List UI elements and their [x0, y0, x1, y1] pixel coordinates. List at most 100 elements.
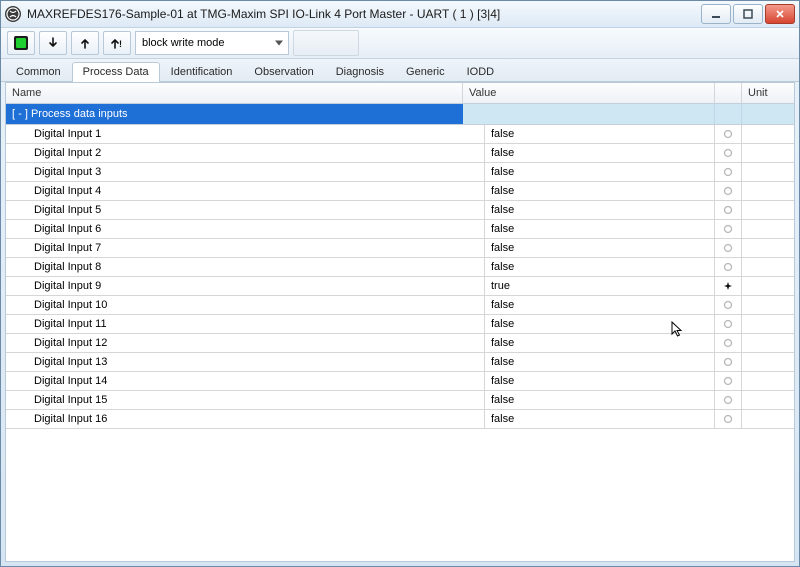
indicator-off-icon: [715, 410, 742, 428]
tab-process-data[interactable]: Process Data: [72, 62, 160, 82]
toolbar: ! block write mode: [1, 28, 799, 59]
grid-body[interactable]: [ - ] Process data inputs Digital Input …: [6, 104, 794, 561]
download-button[interactable]: [39, 31, 67, 55]
row-name: Digital Input 7: [6, 239, 485, 257]
row-name: Digital Input 4: [6, 182, 485, 200]
section-unit: [742, 104, 794, 124]
row-unit: [742, 239, 794, 257]
row-unit: [742, 182, 794, 200]
section-indicator: [715, 104, 742, 124]
row-name: Digital Input 6: [6, 220, 485, 238]
tabs: CommonProcess DataIdentificationObservat…: [1, 59, 799, 82]
app-icon: [5, 6, 21, 22]
row-name: Digital Input 14: [6, 372, 485, 390]
table-row[interactable]: Digital Input 13false: [6, 353, 794, 372]
section-value: [463, 104, 715, 124]
column-header-unit[interactable]: Unit: [742, 83, 794, 103]
row-unit: [742, 277, 794, 295]
table-row[interactable]: Digital Input 7false: [6, 239, 794, 258]
column-header-value[interactable]: Value: [463, 83, 715, 103]
upload-button[interactable]: [71, 31, 99, 55]
table-row[interactable]: Digital Input 15false: [6, 391, 794, 410]
table-row[interactable]: Digital Input 1false: [6, 125, 794, 144]
row-name: Digital Input 3: [6, 163, 485, 181]
row-value: false: [485, 125, 715, 143]
tab-identification[interactable]: Identification: [160, 62, 244, 82]
toolbar-blank-button[interactable]: [293, 30, 359, 56]
indicator-on-icon: [715, 277, 742, 295]
row-unit: [742, 125, 794, 143]
row-value: false: [485, 296, 715, 314]
row-unit: [742, 315, 794, 333]
row-value: false: [485, 353, 715, 371]
tab-observation[interactable]: Observation: [243, 62, 324, 82]
row-name: Digital Input 5: [6, 201, 485, 219]
row-value: false: [485, 182, 715, 200]
table-row[interactable]: Digital Input 6false: [6, 220, 794, 239]
indicator-off-icon: [715, 372, 742, 390]
row-unit: [742, 258, 794, 276]
tab-diagnosis[interactable]: Diagnosis: [325, 62, 395, 82]
row-value: false: [485, 144, 715, 162]
grid-header: Name Value Unit: [6, 83, 794, 104]
tab-generic[interactable]: Generic: [395, 62, 456, 82]
row-unit: [742, 334, 794, 352]
indicator-off-icon: [715, 315, 742, 333]
maximize-button[interactable]: [733, 4, 763, 24]
row-name: Digital Input 1: [6, 125, 485, 143]
indicator-off-icon: [715, 163, 742, 181]
indicator-off-icon: [715, 201, 742, 219]
row-value: false: [485, 220, 715, 238]
row-name: Digital Input 9: [6, 277, 485, 295]
close-button[interactable]: [765, 4, 795, 24]
table-row[interactable]: Digital Input 8false: [6, 258, 794, 277]
row-name: Digital Input 2: [6, 144, 485, 162]
minimize-button[interactable]: [701, 4, 731, 24]
row-name: Digital Input 8: [6, 258, 485, 276]
row-name: Digital Input 15: [6, 391, 485, 409]
section-label: [ - ] Process data inputs: [6, 104, 463, 124]
row-value: false: [485, 315, 715, 333]
row-unit: [742, 410, 794, 428]
tab-common[interactable]: Common: [5, 62, 72, 82]
row-value: false: [485, 258, 715, 276]
indicator-off-icon: [715, 239, 742, 257]
row-value: false: [485, 201, 715, 219]
row-name: Digital Input 10: [6, 296, 485, 314]
indicator-off-icon: [715, 220, 742, 238]
run-button[interactable]: [7, 31, 35, 55]
table-row[interactable]: Digital Input 9true: [6, 277, 794, 296]
table-row[interactable]: Digital Input 14false: [6, 372, 794, 391]
row-unit: [742, 201, 794, 219]
row-unit: [742, 391, 794, 409]
table-row[interactable]: Digital Input 4false: [6, 182, 794, 201]
indicator-off-icon: [715, 334, 742, 352]
content-area: Name Value Unit [ - ] Process data input…: [5, 82, 795, 562]
table-row[interactable]: Digital Input 10false: [6, 296, 794, 315]
row-value: false: [485, 334, 715, 352]
tab-iodd[interactable]: IODD: [456, 62, 506, 82]
write-mode-select[interactable]: block write mode: [135, 31, 289, 55]
row-name: Digital Input 11: [6, 315, 485, 333]
table-row[interactable]: Digital Input 16false: [6, 410, 794, 429]
indicator-off-icon: [715, 353, 742, 371]
window-controls: [701, 4, 795, 24]
section-row-process-data-inputs[interactable]: [ - ] Process data inputs: [6, 104, 794, 125]
table-row[interactable]: Digital Input 11false: [6, 315, 794, 334]
table-row[interactable]: Digital Input 12false: [6, 334, 794, 353]
upload-priority-button[interactable]: !: [103, 31, 131, 55]
row-name: Digital Input 12: [6, 334, 485, 352]
app-window: MAXREFDES176-Sample-01 at TMG-Maxim SPI …: [0, 0, 800, 567]
titlebar[interactable]: MAXREFDES176-Sample-01 at TMG-Maxim SPI …: [1, 1, 799, 28]
indicator-off-icon: [715, 391, 742, 409]
table-row[interactable]: Digital Input 3false: [6, 163, 794, 182]
window-title: MAXREFDES176-Sample-01 at TMG-Maxim SPI …: [27, 7, 701, 21]
row-value: false: [485, 391, 715, 409]
table-row[interactable]: Digital Input 2false: [6, 144, 794, 163]
table-row[interactable]: Digital Input 5false: [6, 201, 794, 220]
column-header-name[interactable]: Name: [6, 83, 463, 103]
row-unit: [742, 220, 794, 238]
row-value: false: [485, 410, 715, 428]
row-value: false: [485, 163, 715, 181]
row-name: Digital Input 16: [6, 410, 485, 428]
